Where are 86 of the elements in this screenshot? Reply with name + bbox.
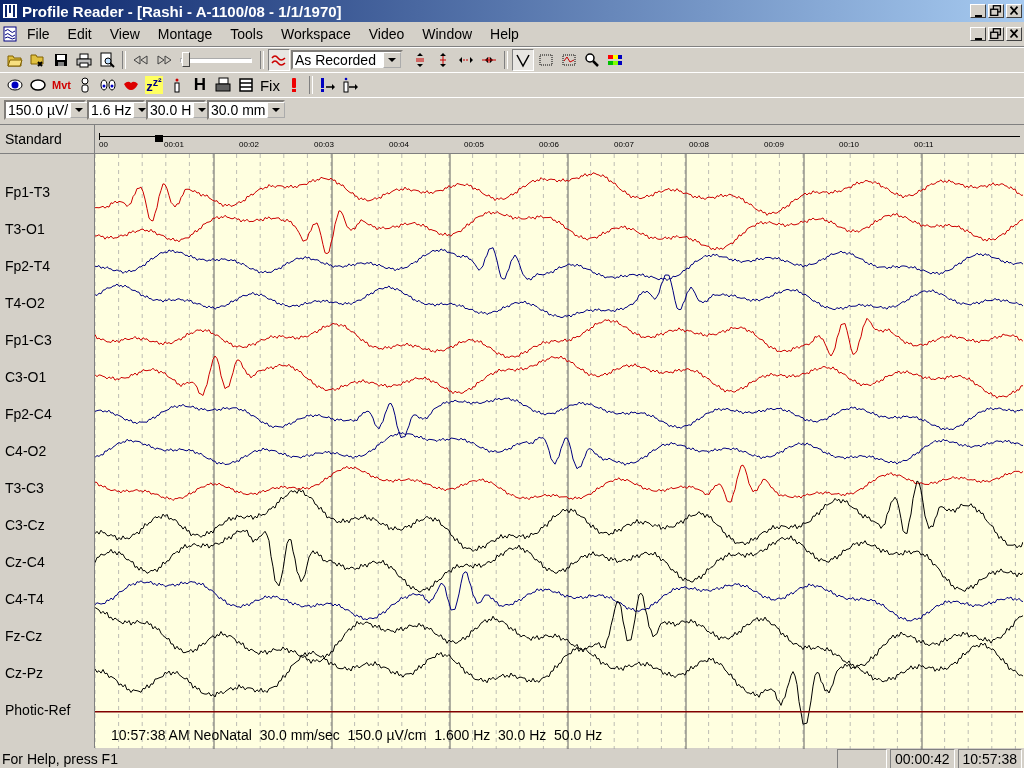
restore-icon (989, 26, 1003, 42)
time-tick-label: 00 (99, 140, 108, 149)
magnifier-page-icon (99, 52, 115, 68)
restore-button[interactable] (988, 27, 1004, 41)
menu-item[interactable]: View (100, 26, 149, 42)
channel-label: T3-C3 (5, 479, 44, 496)
menu-item[interactable]: Video (359, 26, 414, 42)
time-tick-label: 00:08 (689, 140, 710, 149)
oval-icon (30, 77, 46, 93)
app-logo-icon (2, 3, 18, 19)
time-tick-label: 00:05 (464, 140, 485, 149)
channel-label: C3-Cz (5, 516, 45, 533)
montage-name: Standard (5, 131, 62, 147)
channel-label: Cz-C4 (5, 553, 45, 570)
elapsed-time: 00:00:42 (890, 749, 955, 768)
sleep-button[interactable]: z$^{z²}$ (142, 74, 165, 96)
cursor-button[interactable] (512, 49, 534, 71)
printer-icon (76, 52, 92, 68)
eye-icon (7, 77, 23, 93)
time-tick-label: 00:04 (389, 140, 410, 149)
minimize-icon (974, 15, 982, 17)
menu-item[interactable]: Montage (148, 26, 222, 42)
movement-button[interactable]: Mvt (50, 74, 73, 96)
v-shape-icon (515, 52, 531, 68)
waveform-toggle-button[interactable] (268, 49, 290, 71)
folder-arrows-icon (30, 52, 46, 68)
wave-icon (271, 52, 287, 68)
menu-item[interactable]: Edit (58, 26, 101, 42)
channel-label: Fp1-T3 (5, 183, 51, 200)
montage-combo[interactable]: As Recorded (291, 50, 403, 70)
channel-label: Photic-Ref (5, 701, 71, 718)
channel-label: T4-O2 (5, 294, 45, 311)
clock-time: 10:57:38 (957, 749, 1022, 768)
menu-item[interactable]: Window (413, 26, 482, 42)
menu-item[interactable]: Help (481, 26, 528, 42)
setting-combo[interactable]: 30.0 mm (207, 100, 285, 120)
status-help-text: For Help, press F1 (2, 751, 119, 767)
list-icon (237, 77, 254, 93)
time-tick-label: 00:09 (764, 140, 785, 149)
channel-label: C3-O1 (5, 368, 47, 385)
restore-icon (989, 3, 1003, 19)
setting-combo[interactable]: 150.0 µV/ (4, 100, 86, 120)
folder-icon (7, 52, 23, 68)
candle-arrow-icon (342, 77, 359, 93)
menu-item[interactable]: Tools (221, 26, 272, 42)
printer-icon (214, 77, 231, 93)
close-button[interactable] (1006, 4, 1022, 18)
menu-item[interactable]: Workspace (271, 26, 360, 42)
dotted-rectangle-icon (538, 52, 554, 68)
h-button[interactable]: H (188, 74, 211, 96)
channel-label: C4-T4 (5, 590, 44, 607)
time-tick-label: 00:02 (239, 140, 260, 149)
channel-label: C4-O2 (5, 442, 47, 459)
channel-label: Fp2-C4 (5, 405, 52, 422)
two-eyes-icon (99, 77, 116, 93)
double-left-arrow-icon (133, 52, 149, 68)
setting-combo[interactable]: 1.6 Hz (87, 100, 145, 120)
time-tick-label: 00:11 (914, 140, 934, 149)
time-tick-label: 00:10 (839, 140, 860, 149)
channel-label: Fp1-C3 (5, 331, 52, 348)
minimize-button[interactable] (970, 4, 986, 18)
exclamation-icon (291, 78, 296, 92)
window-title: Profile Reader - [Rashi - A-1100/08 - 1/1/1970] (22, 2, 343, 20)
time-tick-label: 00:06 (539, 140, 560, 149)
channel-label: T3-O1 (5, 220, 45, 237)
time-tick-label: 00:01 (164, 140, 185, 149)
recording-info: 10:57:38 AM NeoNatal 30.0 mm/sec 150.0 µV/cm 1.600 Hz 30.0 Hz 50.0 Hz (111, 727, 603, 743)
close-button[interactable] (1006, 27, 1022, 41)
setting-combo[interactable]: 30.0 H (146, 100, 206, 120)
fix-button[interactable]: Fix (257, 74, 282, 96)
color-bars-icon (607, 52, 623, 68)
menu-item[interactable]: File (18, 26, 59, 42)
document-icon (2, 26, 18, 42)
double-right-arrow-icon (156, 52, 172, 68)
exclamation-arrow-icon (319, 77, 336, 93)
channel-label: Fp2-T4 (5, 257, 51, 274)
timeline-ruler[interactable] (99, 131, 1020, 143)
minimize-button[interactable] (970, 27, 986, 41)
magnifier-icon (584, 52, 600, 68)
time-tick-label: 00:03 (314, 140, 335, 149)
time-tick-label: 00:07 (614, 140, 635, 149)
minimize-icon (974, 38, 982, 40)
wave-selection-icon (561, 52, 577, 68)
channel-label: Cz-Pz (5, 664, 44, 681)
restore-button[interactable] (988, 4, 1004, 18)
channel-label: Fz-Cz (5, 627, 43, 644)
